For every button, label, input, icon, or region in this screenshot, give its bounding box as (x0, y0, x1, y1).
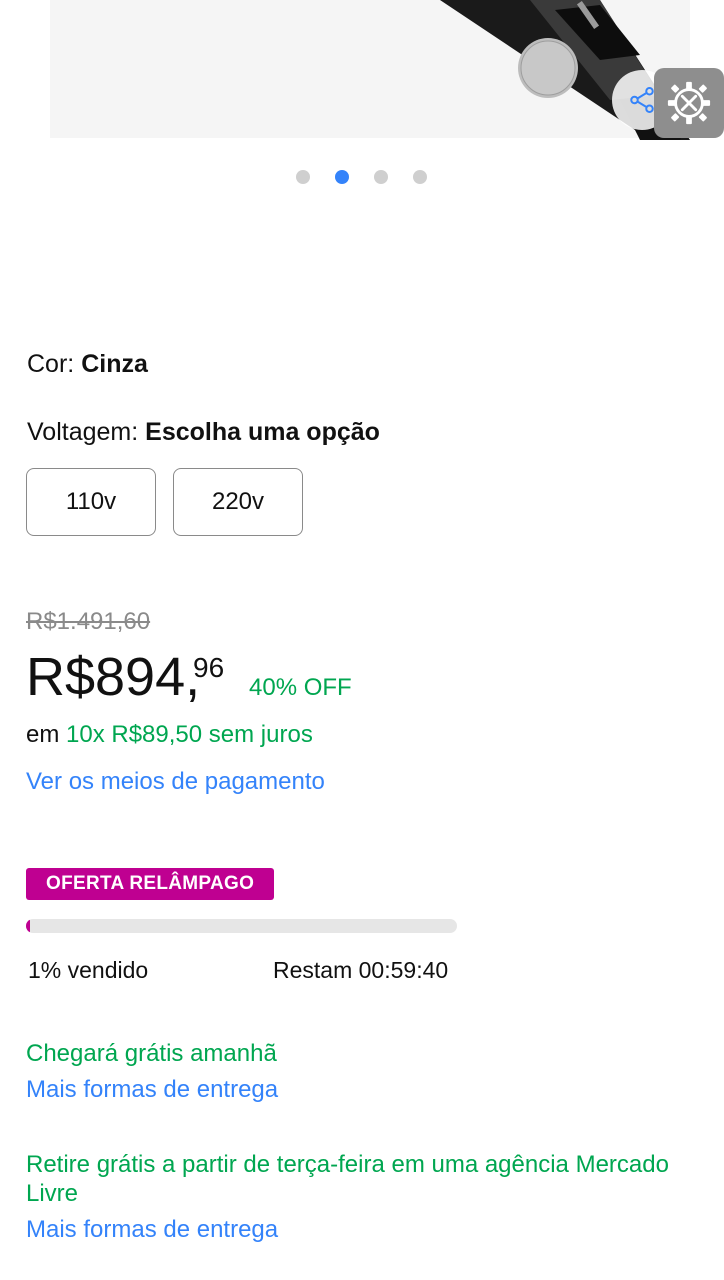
voltage-option-220v[interactable]: 220v (173, 468, 303, 536)
payment-methods-link[interactable]: Ver os meios de pagamento (26, 768, 325, 796)
pickup-info: Retire grátis a partir de terça-feira em… (26, 1151, 669, 1207)
product-page: Cor: Cinza Voltagem: Escolha uma opção 1… (0, 0, 724, 1280)
sold-percentage: 1% vendido (28, 957, 149, 983)
time-remaining: Restam 00:59:40 (273, 957, 449, 983)
sold-progress-fill (26, 919, 31, 933)
sold-progress-bar (26, 919, 457, 933)
delivery-info: Chegará grátis amanhã (26, 1040, 277, 1067)
discount-badge: 40% OFF (249, 674, 352, 701)
settings-button[interactable] (654, 68, 724, 138)
voltage-value: Escolha uma opção (145, 418, 380, 446)
original-price: R$1.491,60 (26, 608, 151, 635)
flash-sale-badge: OFERTA RELÂMPAGO (26, 868, 275, 900)
delivery-options-link[interactable]: Mais formas de entrega (26, 1076, 278, 1104)
voltage-option-110v[interactable]: 110v (26, 468, 156, 536)
carousel-dot[interactable] (413, 170, 427, 184)
carousel-indicator (296, 170, 427, 184)
voltage-label: Voltagem: (27, 418, 139, 446)
installments-value: 10x R$89,50 sem juros (66, 721, 313, 748)
wrench-gear-icon (667, 81, 711, 125)
color-selector: Cor: Cinza (27, 350, 148, 379)
product-image (440, 0, 700, 140)
color-label: Cor: (27, 350, 75, 378)
carousel-dot[interactable] (296, 170, 310, 184)
installments-prefix: em (26, 721, 60, 748)
current-price: R$894, (26, 647, 201, 707)
share-icon (630, 87, 654, 113)
carousel-dot-active[interactable] (335, 170, 349, 184)
current-price-cents: 96 (193, 652, 225, 683)
voltage-selector: Voltagem: Escolha uma opção (27, 418, 380, 447)
color-value: Cinza (81, 350, 148, 378)
pickup-options-link[interactable]: Mais formas de entrega (26, 1216, 278, 1244)
product-image-carousel[interactable] (0, 0, 724, 150)
installments-info: em 10x R$89,50 sem juros (26, 721, 313, 749)
carousel-dot[interactable] (374, 170, 388, 184)
